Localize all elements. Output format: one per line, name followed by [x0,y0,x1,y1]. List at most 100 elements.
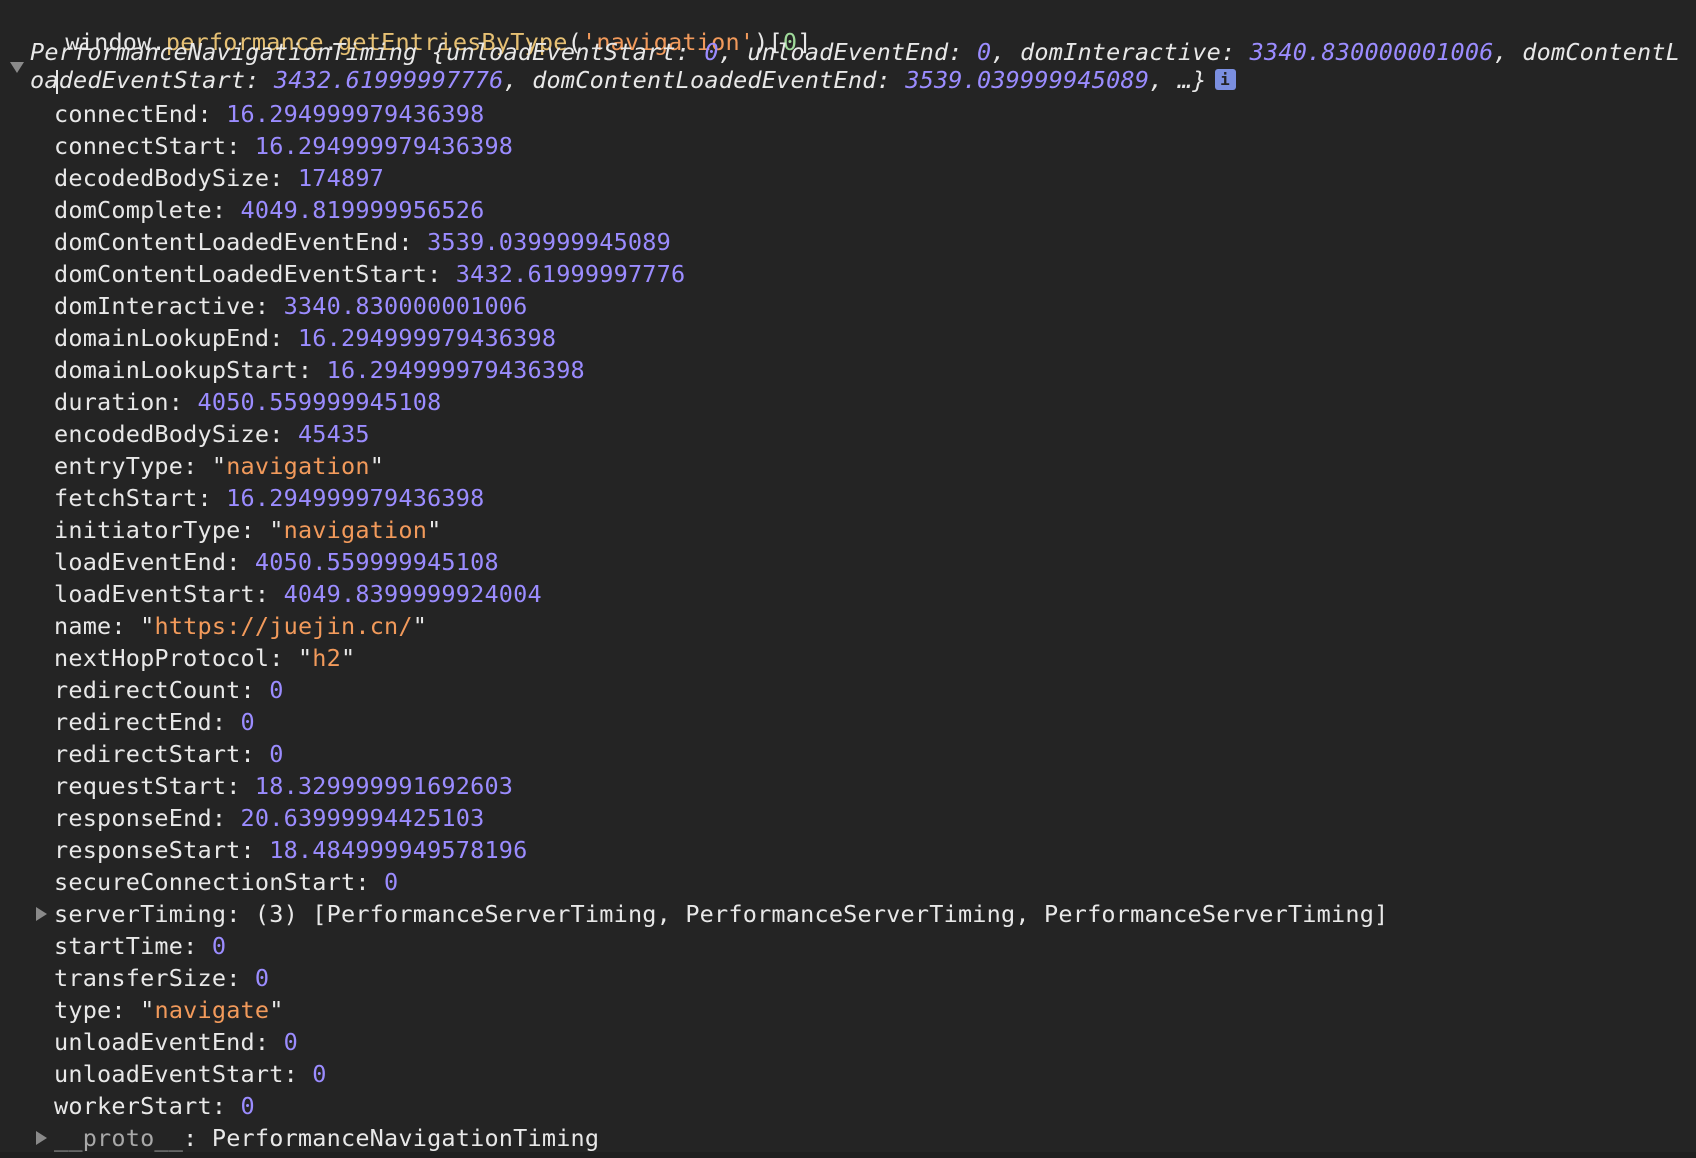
property-colon: : [211,196,241,224]
summary-line-2-segment: , domContentLoadedEventEnd: [503,66,906,94]
property-key: domContentLoadedEventEnd [54,228,399,256]
summary-line-1-segment: PerformanceNavigationTiming {unloadEvent… [30,38,705,66]
summary-line-1-segment: 0 [704,38,719,66]
property-colon: : [240,740,270,768]
quote-close: " [369,452,385,480]
property-key: fetchStart [54,484,198,512]
property-row-domcontentloadedeventstart: domContentLoadedEventStart: 3432.6199999… [54,258,1388,290]
property-row-type: type: "navigate" [54,994,1388,1026]
property-row-redirectstart: redirectStart: 0 [54,738,1388,770]
quote-open: " [269,516,284,544]
property-key: workerStart [54,1092,212,1120]
property-value-number: 0 [254,964,270,992]
property-row-dominteractive: domInteractive: 3340.830000001006 [54,290,1388,322]
object-summary-line-1[interactable]: PerformanceNavigationTiming {unloadEvent… [30,38,1680,66]
property-key: initiatorType [54,516,241,544]
devtools-console: window.performance.getEntriesByType('nav… [0,0,1696,1158]
property-row-transfersize: transferSize: 0 [54,962,1388,994]
property-key: name [54,612,112,640]
property-value-number: 0 [269,676,284,704]
quote-open: " [140,996,155,1024]
property-row-loadeventstart: loadEventStart: 4049.8399999924004 [54,578,1388,610]
property-row-nexthopprotocol: nextHopProtocol: "h2" [54,642,1388,674]
property-value-string: navigation [283,516,428,544]
property-colon: : [183,932,212,960]
property-colon: : [226,548,255,576]
property-value-number: 0 [312,1060,327,1088]
property-colon: : [211,804,241,832]
property-value-number: 16.294999979436398 [226,484,485,512]
property-colon: : [254,580,284,608]
property-key: domComplete [54,196,212,224]
property-colon: : [111,996,141,1024]
info-icon[interactable] [1214,66,1236,94]
property-colon: : [197,100,227,128]
summary-line-1-segment: 3340.830000001006 [1249,38,1494,66]
property-row-connectstart: connectStart: 16.294999979436398 [54,130,1388,162]
property-key: loadEventStart [54,580,255,608]
property-key: encodedBodySize [54,420,270,448]
property-row-proto[interactable]: __proto__: PerformanceNavigationTiming [36,1122,1388,1154]
property-key: redirectEnd [54,708,212,736]
quote-close: " [341,644,356,672]
property-key: requestStart [54,772,227,800]
property-colon: : [254,292,284,320]
property-row-domainlookupstart: domainLookupStart: 16.294999979436398 [54,354,1388,386]
property-key: connectEnd [54,100,198,128]
property-value: PerformanceNavigationTiming [211,1124,600,1152]
property-colon: : [398,228,428,256]
property-key: __proto__ [54,1124,184,1152]
property-colon: : [211,1092,241,1120]
summary-line-1-segment: , domInteractive: [991,38,1250,66]
property-value-number: 16.294999979436398 [297,324,557,352]
property-key: serverTiming [54,900,227,928]
property-colon: : [254,1028,284,1056]
property-key: nextHopProtocol [54,644,270,672]
expand-triangle-icon[interactable] [36,1131,47,1145]
property-colon: : [226,132,255,160]
property-key: decodedBodySize [54,164,270,192]
property-row-responsestart: responseStart: 18.484999949578196 [54,834,1388,866]
property-list: connectEnd: 16.294999979436398 connectSta… [36,98,1388,1154]
property-key: redirectCount [54,676,241,704]
property-row-redirectend: redirectEnd: 0 [54,706,1388,738]
property-value-number: 0 [283,1028,298,1056]
property-row-starttime: startTime: 0 [54,930,1388,962]
summary-line-2-segment: 3539.039999945089 [905,66,1150,94]
property-key: responseStart [54,836,241,864]
property-row-loadeventend: loadEventEnd: 4050.559999945108 [54,546,1388,578]
property-key: startTime [54,932,184,960]
property-value-number: 0 [240,708,255,736]
property-value-number: 3539.039999945089 [427,228,671,256]
property-value-number: 16.294999979436398 [226,100,485,128]
object-summary-line-2[interactable]: oadedEventStart: 3432.61999997776, domCo… [30,66,1236,94]
property-colon: : [226,964,255,992]
property-colon: : [427,260,456,288]
property-colon: : [226,900,255,928]
property-colon: : [240,676,270,704]
property-colon: : [197,484,227,512]
property-colon: : [269,324,298,352]
text-caret [56,70,58,94]
quote-close: " [427,516,442,544]
property-colon: : [183,1124,212,1152]
property-colon: : [240,836,270,864]
collapse-triangle-icon[interactable] [10,62,24,73]
property-row-fetchstart: fetchStart: 16.294999979436398 [54,482,1388,514]
property-key: domainLookupStart [54,356,298,384]
property-value-number: 4049.819999956526 [240,196,485,224]
summary-line-2-segment: oadedEventStart: [30,66,274,94]
property-row-servertiming[interactable]: serverTiming: (3) [PerformanceServerTimi… [36,898,1388,930]
property-key: domInteractive [54,292,255,320]
property-key: redirectStart [54,740,241,768]
expand-triangle-icon[interactable] [36,907,47,921]
property-colon: : [168,388,198,416]
property-value-number: 4049.8399999924004 [283,580,542,608]
property-value-number: 18.329999991692603 [254,772,514,800]
property-row-redirectcount: redirectCount: 0 [54,674,1388,706]
property-key: domainLookupEnd [54,324,270,352]
property-colon: : [226,772,255,800]
property-key: unloadEventStart [54,1060,284,1088]
summary-line-1-segment: , unloadEventEnd: [718,38,978,66]
summary-line-2-segment: 3432.61999997776 [273,66,504,94]
